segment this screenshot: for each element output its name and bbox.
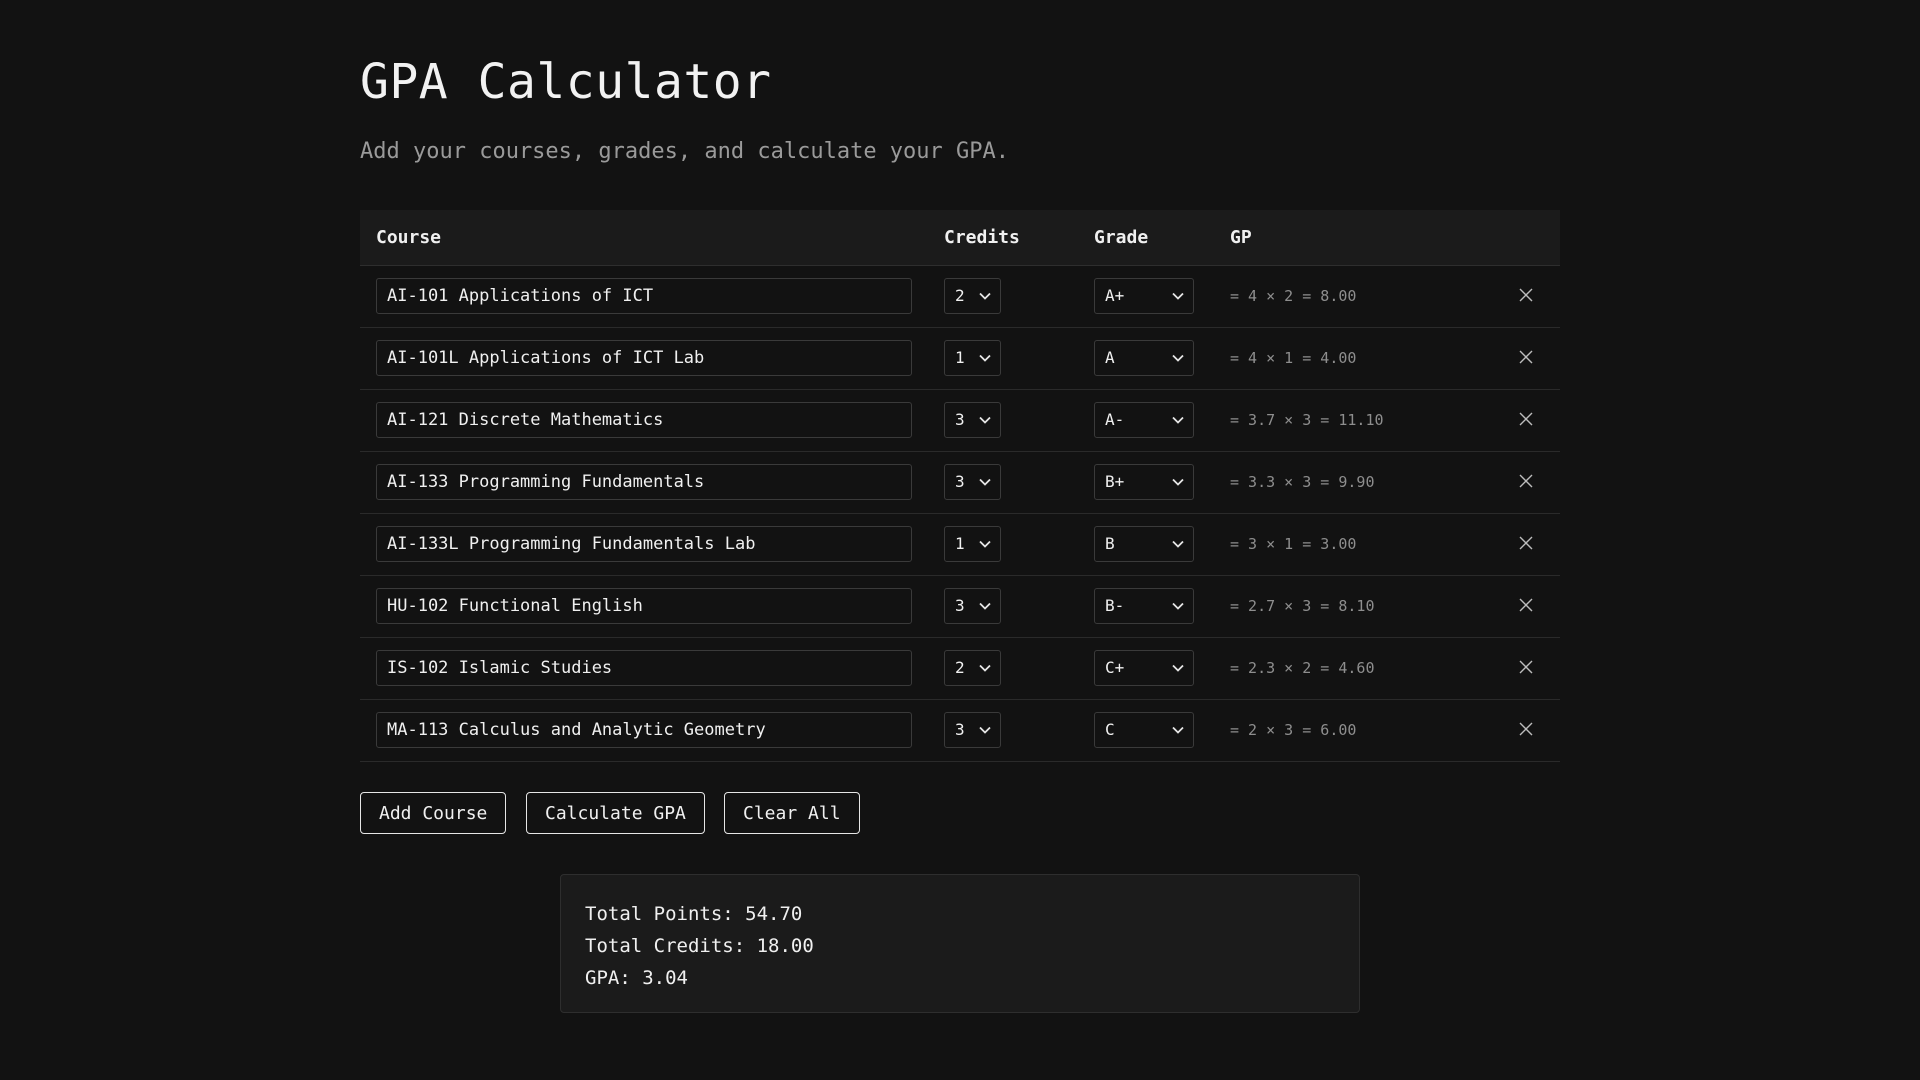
add-course-button[interactable]: Add Course — [360, 792, 507, 834]
page-title: GPA Calculator — [360, 54, 772, 110]
table-row: 1 A = 4 × 1 = 4.00 — [360, 328, 1560, 390]
credits-value: 1 — [955, 348, 965, 367]
grade-points: = 3 × 1 = 3.00 — [1230, 535, 1357, 553]
chevron-down-icon — [1171, 403, 1185, 437]
credits-select[interactable]: 2 — [944, 278, 1001, 314]
gpa-result: GPA: 3.04 — [585, 967, 688, 989]
close-icon[interactable] — [1518, 721, 1534, 737]
course-name-input[interactable] — [376, 340, 912, 376]
grade-value: B- — [1105, 596, 1125, 615]
table-row: 3 A- = 3.7 × 3 = 11.10 — [360, 390, 1560, 452]
chevron-down-icon — [1171, 589, 1185, 623]
close-icon[interactable] — [1518, 411, 1534, 427]
grade-value: C — [1105, 720, 1115, 739]
table-row: 2 C+ = 2.3 × 2 = 4.60 — [360, 638, 1560, 700]
credits-value: 3 — [955, 410, 965, 429]
grade-points: = 4 × 1 = 4.00 — [1230, 349, 1357, 367]
credits-value: 3 — [955, 472, 965, 491]
chevron-down-icon — [978, 403, 992, 437]
courses-table: Course Credits Grade GP 2 A+ = 4 × 2 = 8.0… — [360, 210, 1560, 762]
grade-value: B+ — [1105, 472, 1125, 491]
grade-select[interactable]: B- — [1094, 588, 1194, 624]
credits-select[interactable]: 1 — [944, 526, 1001, 562]
page-subtitle: Add your courses, grades, and calculate … — [360, 139, 1010, 164]
course-name-input[interactable] — [376, 650, 912, 686]
credits-select[interactable]: 3 — [944, 712, 1001, 748]
close-icon[interactable] — [1518, 473, 1534, 489]
credits-select[interactable]: 3 — [944, 464, 1001, 500]
clear-all-button[interactable]: Clear All — [724, 792, 860, 834]
chevron-down-icon — [978, 713, 992, 747]
chevron-down-icon — [1171, 713, 1185, 747]
grade-points: = 3.3 × 3 = 9.90 — [1230, 473, 1375, 491]
table-row: 3 B+ = 3.3 × 3 = 9.90 — [360, 452, 1560, 514]
chevron-down-icon — [1171, 341, 1185, 375]
close-icon[interactable] — [1518, 349, 1534, 365]
grade-points: = 4 × 2 = 8.00 — [1230, 287, 1357, 305]
grade-value: B — [1105, 534, 1115, 553]
table-row: 3 C = 2 × 3 = 6.00 — [360, 700, 1560, 762]
course-name-input[interactable] — [376, 402, 912, 438]
credits-value: 3 — [955, 720, 965, 739]
grade-value: A- — [1105, 410, 1125, 429]
close-icon[interactable] — [1518, 659, 1534, 675]
grade-select[interactable]: A- — [1094, 402, 1194, 438]
grade-select[interactable]: A+ — [1094, 278, 1194, 314]
column-header-grade: Grade — [1094, 227, 1149, 248]
chevron-down-icon — [978, 527, 992, 561]
grade-select[interactable]: C — [1094, 712, 1194, 748]
course-name-input[interactable] — [376, 464, 912, 500]
course-name-input[interactable] — [376, 526, 912, 562]
column-header-gp: GP — [1230, 227, 1252, 248]
grade-select[interactable]: B+ — [1094, 464, 1194, 500]
close-icon[interactable] — [1518, 535, 1534, 551]
total-points: Total Points: 54.70 — [585, 903, 803, 925]
column-header-course: Course — [376, 227, 442, 248]
grade-select[interactable]: A — [1094, 340, 1194, 376]
credits-value: 2 — [955, 286, 965, 305]
chevron-down-icon — [1171, 279, 1185, 313]
table-row: 1 B = 3 × 1 = 3.00 — [360, 514, 1560, 576]
table-body: 2 A+ = 4 × 2 = 8.00 1 A = 4 × 1 = 4.00 3 A- = 3.… — [360, 266, 1560, 762]
grade-select[interactable]: B — [1094, 526, 1194, 562]
table-row: 2 A+ = 4 × 2 = 8.00 — [360, 266, 1560, 328]
credits-value: 2 — [955, 658, 965, 677]
grade-points: = 2.7 × 3 = 8.10 — [1230, 597, 1375, 615]
results-panel: Total Points: 54.70 Total Credits: 18.00… — [560, 874, 1360, 1013]
grade-points: = 2.3 × 2 = 4.60 — [1230, 659, 1375, 677]
close-icon[interactable] — [1518, 287, 1534, 303]
grade-value: A — [1105, 348, 1115, 367]
total-credits: Total Credits: 18.00 — [585, 935, 814, 957]
table-header: Course Credits Grade GP — [360, 210, 1560, 266]
chevron-down-icon — [1171, 527, 1185, 561]
chevron-down-icon — [978, 651, 992, 685]
close-icon[interactable] — [1518, 597, 1534, 613]
chevron-down-icon — [978, 465, 992, 499]
chevron-down-icon — [1171, 651, 1185, 685]
chevron-down-icon — [978, 279, 992, 313]
credits-select[interactable]: 1 — [944, 340, 1001, 376]
grade-select[interactable]: C+ — [1094, 650, 1194, 686]
grade-value: A+ — [1105, 286, 1125, 305]
table-row: 3 B- = 2.7 × 3 = 8.10 — [360, 576, 1560, 638]
column-header-credits: Credits — [944, 227, 1020, 248]
chevron-down-icon — [1171, 465, 1185, 499]
credits-value: 1 — [955, 534, 965, 553]
chevron-down-icon — [978, 589, 992, 623]
chevron-down-icon — [978, 341, 992, 375]
course-name-input[interactable] — [376, 278, 912, 314]
credits-value: 3 — [955, 596, 965, 615]
credits-select[interactable]: 3 — [944, 588, 1001, 624]
grade-points: = 2 × 3 = 6.00 — [1230, 721, 1357, 739]
course-name-input[interactable] — [376, 588, 912, 624]
credits-select[interactable]: 3 — [944, 402, 1001, 438]
credits-select[interactable]: 2 — [944, 650, 1001, 686]
grade-value: C+ — [1105, 658, 1125, 677]
calculate-gpa-button[interactable]: Calculate GPA — [526, 792, 705, 834]
course-name-input[interactable] — [376, 712, 912, 748]
grade-points: = 3.7 × 3 = 11.10 — [1230, 411, 1384, 429]
